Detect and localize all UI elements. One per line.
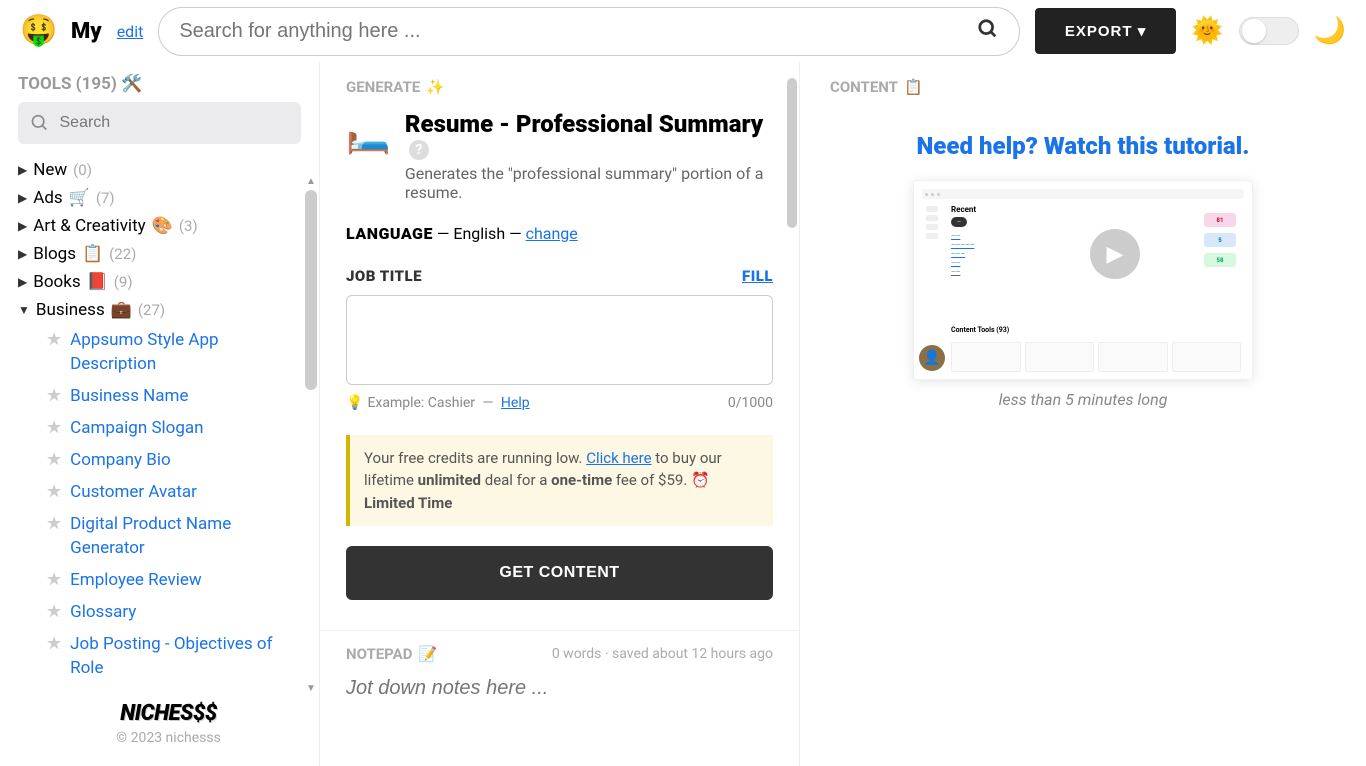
category-ads[interactable]: ▶ Ads 🛒 (7) (18, 184, 301, 212)
tool-glossary[interactable]: ★Glossary (46, 596, 301, 628)
notepad-input[interactable] (346, 677, 773, 700)
star-icon[interactable]: ★ (46, 632, 62, 656)
tool-appsumo[interactable]: ★Appsumo Style App Description (46, 324, 301, 380)
category-tree: ▶ New (0) ▶ Ads 🛒 (7) ▶ Art & Creativity… (18, 156, 319, 691)
category-new[interactable]: ▶ New (0) (18, 156, 301, 184)
tool-title: Resume - Professional Summary (405, 110, 763, 138)
star-icon[interactable]: ★ (46, 328, 62, 352)
search-icon[interactable] (977, 18, 999, 45)
caret-down-icon: ▼ (18, 303, 30, 317)
generate-section: GENERATE ✨ 🛏️ Resume - Professional Summ… (320, 62, 799, 630)
nichesss-logo: NICHES$$ (18, 701, 319, 726)
tutorial-title: Need help? Watch this tutorial. (830, 132, 1336, 160)
star-icon[interactable]: ★ (46, 568, 62, 592)
char-count: 0/1000 (728, 395, 773, 411)
edit-link[interactable]: edit (117, 22, 144, 41)
theme-toggle[interactable] (1239, 17, 1299, 45)
caret-icon: ▶ (18, 247, 27, 261)
global-search[interactable] (158, 7, 1020, 56)
tool-digital-product[interactable]: ★Digital Product Name Generator (46, 508, 301, 564)
play-icon[interactable]: ▶ (1090, 229, 1140, 279)
caret-icon: ▶ (18, 219, 27, 233)
sidebar-search-input[interactable] (60, 114, 290, 132)
change-language-link[interactable]: change (526, 224, 578, 243)
category-art[interactable]: ▶ Art & Creativity 🎨 (3) (18, 212, 301, 240)
job-title-label: JOB TITLE (346, 267, 422, 285)
scroll-thumb[interactable] (787, 78, 797, 228)
star-icon[interactable]: ★ (46, 512, 62, 536)
tool-desc: Generates the "professional summary" por… (405, 164, 773, 202)
tool-customer-avatar[interactable]: ★Customer Avatar (46, 476, 301, 508)
sparkle-icon: ✨ (426, 78, 445, 96)
language-row: LANGUAGE — English — change (346, 224, 773, 243)
help-link[interactable]: Help (501, 395, 530, 411)
content-label: CONTENT 📋 (830, 78, 1336, 96)
content-panel: CONTENT 📋 Need help? Watch this tutorial… (800, 62, 1366, 766)
star-icon[interactable]: ★ (46, 384, 62, 408)
moon-icon: 🌙 (1314, 16, 1346, 46)
bulb-icon: 💡 (346, 395, 363, 411)
tools-header: TOOLS (195) 🛠️ (18, 74, 319, 94)
chevron-down-icon: ▾ (1138, 23, 1147, 40)
generate-label: GENERATE ✨ (346, 78, 773, 96)
star-icon[interactable]: ★ (46, 416, 62, 440)
tutorial-video[interactable]: 👤 Recent — —— ————— ——— —— —— Content To… (913, 180, 1253, 380)
tool-employee-review[interactable]: ★Employee Review (46, 564, 301, 596)
scroll-up-icon[interactable]: ▲ (305, 176, 317, 188)
tool-company-bio[interactable]: ★Company Bio (46, 444, 301, 476)
sun-icon: 🌞 (1191, 16, 1223, 46)
resume-icon: 🛏️ (346, 114, 391, 156)
category-business[interactable]: ▼ Business 💼 (27) (18, 296, 301, 324)
scroll-down-icon[interactable]: ▼ (305, 683, 317, 695)
star-icon[interactable]: ★ (46, 480, 62, 504)
star-icon[interactable]: ★ (46, 448, 62, 472)
tool-campaign-slogan[interactable]: ★Campaign Slogan (46, 412, 301, 444)
sidebar-scrollbar[interactable]: ▲ ▼ (301, 190, 319, 681)
app-logo: 🤑 (20, 13, 56, 49)
category-blogs[interactable]: ▶ Blogs 📋 (22) (18, 240, 301, 268)
notepad-section: NOTEPAD 📝 0 words · saved about 12 hours… (320, 630, 799, 740)
scroll-thumb[interactable] (305, 190, 317, 390)
search-icon (30, 112, 50, 134)
caret-icon: ▶ (18, 163, 27, 177)
caret-icon: ▶ (18, 275, 27, 289)
get-content-button[interactable]: GET CONTENT (346, 546, 773, 600)
clipboard-icon: 📋 (904, 78, 923, 96)
brand-label: My (71, 19, 102, 44)
sidebar-footer: NICHES$$ © 2023 nichesss (18, 691, 319, 766)
video-caption: less than 5 minutes long (830, 390, 1336, 409)
promo-link[interactable]: Click here (586, 449, 651, 467)
example-hint: 💡 Example: Cashier — Help (346, 395, 530, 411)
help-icon[interactable]: ? (409, 140, 429, 160)
global-search-input[interactable] (179, 20, 958, 43)
tool-job-posting[interactable]: ★Job Posting - Objectives of Role (46, 628, 301, 684)
sidebar: TOOLS (195) 🛠️ ▶ New (0) ▶ Ads 🛒 (7) ▶ A… (0, 62, 320, 766)
sidebar-search[interactable] (18, 102, 301, 144)
caret-icon: ▶ (18, 191, 27, 205)
copyright: © 2023 nichesss (18, 730, 319, 746)
notepad-label: NOTEPAD 📝 (346, 645, 437, 663)
export-button[interactable]: EXPORT ▾ (1035, 8, 1176, 54)
tool-business-name[interactable]: ★Business Name (46, 380, 301, 412)
promo-banner: Your free credits are running low. Click… (346, 435, 773, 527)
notepad-meta: 0 words · saved about 12 hours ago (552, 646, 773, 662)
star-icon[interactable]: ★ (46, 600, 62, 624)
fill-link[interactable]: FILL (742, 267, 773, 285)
avatar-icon: 👤 (919, 345, 945, 371)
center-scrollbar[interactable] (783, 62, 799, 766)
notepad-icon: 📝 (418, 645, 437, 663)
category-books[interactable]: ▶ Books 📕 (9) (18, 268, 301, 296)
job-title-input[interactable] (346, 295, 773, 385)
